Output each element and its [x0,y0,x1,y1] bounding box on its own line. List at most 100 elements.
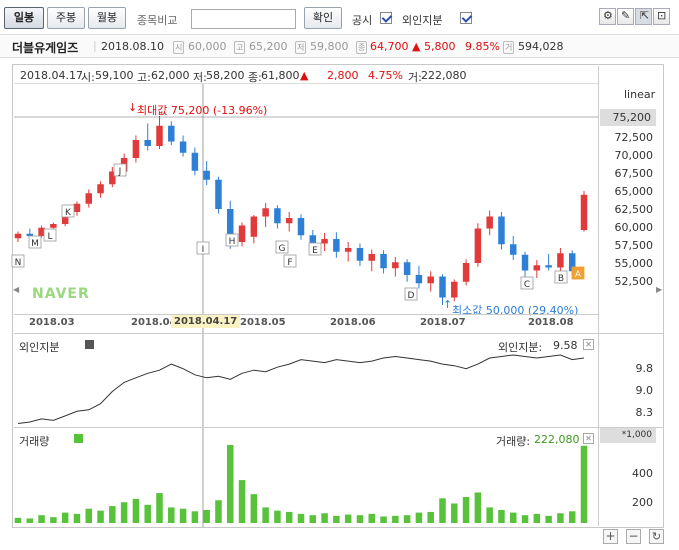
candle-body [380,254,387,269]
date-tick: 2018.07 [420,317,466,328]
candle-body [250,216,258,237]
candle-body [156,125,163,146]
foreign-panel-title: 외인지분 [19,341,60,354]
event-marker: N [15,258,22,268]
foreign-value-label: 외인지분: [498,341,543,354]
volume-bar [144,504,151,523]
event-marker: I [202,245,205,255]
candle-body [297,218,305,236]
candle-body [392,262,399,269]
volume-bar [179,508,187,523]
volume-bar [97,510,104,523]
volume-bar [392,515,399,523]
volume-panel-title: 거래량 [19,435,50,448]
event-marker: L [47,232,52,242]
event-marker: A [575,270,582,280]
volume-bar [132,498,140,523]
price-tick: 65,000 [614,185,654,198]
candle-body [85,193,92,204]
volume-bar [191,511,199,523]
volume-unit-badge: *1,000 [600,428,656,443]
candle-body [132,140,140,158]
candle-body [498,216,505,245]
volume-bar [285,511,293,523]
volume-bar [120,502,128,523]
price-tick: 60,000 [614,221,654,234]
date-tick: 2018.03 [29,317,75,328]
zoom-in-button[interactable]: + [603,529,618,544]
candle-body [238,225,246,242]
volume-bar [533,513,541,523]
foreign-tick: 8.3 [635,406,654,419]
volume-bar [462,497,470,523]
candle-body [545,265,552,268]
candle-body [309,235,317,244]
candle-body [274,208,281,224]
volume-bar [486,507,493,523]
event-marker: H [229,237,236,247]
volume-bar [427,511,434,523]
candle-body [321,239,328,244]
candle-body [73,203,81,212]
foreign-tick: 9.8 [635,362,654,375]
candle-body [521,254,529,271]
volume-bar [262,507,269,523]
foreign-legend-icon [85,340,94,349]
current-price-label: 75,200 [612,111,652,124]
candle-body [533,265,541,271]
candle-body [168,125,175,142]
volume-bar [439,498,446,523]
volume-bar [156,493,163,523]
max-annotation: 최대값 75,200 (-13.96%) [137,104,268,117]
min-arrow-icon: ↑ [443,298,453,311]
volume-value-label: 거래량: [496,435,531,448]
volume-bar [510,512,517,523]
foreign-close-icon[interactable]: ✕ [583,339,594,350]
volume-bar [215,500,222,523]
candle-body [215,179,222,209]
volume-bar [545,515,552,523]
volume-legend-icon [74,434,83,443]
candle-body [486,216,493,229]
candle-body [439,276,446,298]
volume-bar [333,515,340,523]
candle-body [580,194,588,230]
date-tick: 2018.04 [131,317,171,328]
price-tick: 70,000 [614,149,654,162]
volume-bar [26,518,34,523]
candle-body [97,184,104,194]
candlestick-chart[interactable]: NMLKJIHGFEDCB A [0,0,679,550]
foreign-share-line [17,354,585,424]
volume-bar [356,515,364,523]
price-tick: 52,500 [614,275,654,288]
volume-bar [73,513,81,523]
volume-unit-label: *1,000 [621,430,652,440]
candle-body [14,233,22,239]
max-arrow-icon: ↓ [128,101,138,114]
volume-close-icon[interactable]: ✕ [583,433,594,444]
price-tick: 72,500 [614,131,654,144]
volume-bar [238,480,246,523]
volume-bar [38,515,45,523]
price-tick: 57,500 [614,239,654,252]
current-price-badge: 75,200 [600,109,656,126]
candle-body [50,224,57,228]
candle-body [203,170,210,180]
refresh-icon[interactable]: ↻ [649,529,664,544]
candle-body [191,152,199,171]
price-tick: 62,500 [614,203,654,216]
candle-body [144,140,151,146]
candle-body [356,248,364,261]
candle-body [451,281,458,298]
price-tick: 67,500 [614,167,654,180]
candle-body [474,228,482,263]
zoom-out-button[interactable]: − [626,529,641,544]
cursor-date-label: 2018.04.17 [171,315,241,328]
volume-bar [521,515,529,523]
volume-bar [203,510,210,523]
candle-body [368,254,375,261]
event-marker: D [408,291,415,301]
volume-bar [309,515,317,523]
date-tick: 2018.06 [330,317,376,328]
volume-bar [368,513,375,523]
